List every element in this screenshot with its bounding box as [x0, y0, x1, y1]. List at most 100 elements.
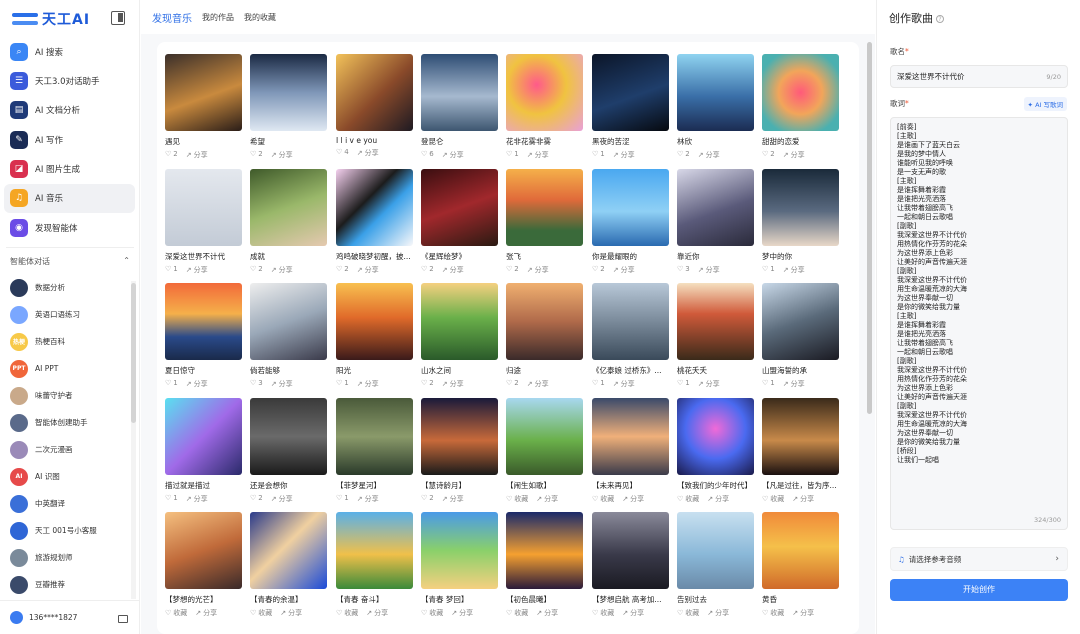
song-card[interactable]: 遇见 ♡ 2 ↗ 分享	[165, 54, 242, 160]
like-button[interactable]: ♡ 1	[336, 379, 349, 389]
song-card[interactable]: 《星辉绘梦》 ♡ 2 ↗ 分享	[421, 169, 498, 275]
like-button[interactable]: ♡ 2	[421, 265, 434, 275]
song-card[interactable]: 还是会想你 ♡ 2 ↗ 分享	[250, 398, 327, 504]
song-cover[interactable]	[421, 398, 498, 475]
song-cover[interactable]	[336, 54, 413, 131]
share-button[interactable]: ↗ 分享	[698, 150, 720, 160]
song-cover[interactable]	[506, 512, 583, 589]
like-button[interactable]: ♡ 2	[250, 265, 263, 275]
song-cover[interactable]	[592, 512, 669, 589]
share-button[interactable]: ↗ 分享	[442, 150, 464, 160]
song-cover[interactable]	[506, 283, 583, 360]
logo[interactable]: 天工AI	[12, 9, 90, 29]
song-name-value[interactable]: 深爱这世界不计代价	[897, 72, 965, 81]
agent-item[interactable]: AI AI 识图	[4, 463, 130, 490]
song-card[interactable]: 【慧诗龄月】 ♡ 2 ↗ 分享	[421, 398, 498, 504]
song-card[interactable]: 花非花雾非雾 ♡ 1 ↗ 分享	[506, 54, 583, 160]
song-card[interactable]: 【梦想启航 高考加... ♡ 收藏 ↗ 分享	[592, 512, 669, 618]
like-button[interactable]: ♡ 收藏	[421, 608, 443, 618]
share-button[interactable]: ↗ 分享	[357, 379, 379, 389]
share-button[interactable]: ↗ 分享	[622, 608, 644, 618]
song-cover[interactable]	[250, 512, 327, 589]
share-button[interactable]: ↗ 分享	[707, 494, 729, 504]
share-button[interactable]: ↗ 分享	[613, 150, 635, 160]
song-card[interactable]: 梦中的你 ♡ 1 ↗ 分享	[762, 169, 839, 275]
tab[interactable]: 发现音乐	[152, 10, 192, 25]
lyrics-textarea[interactable]: [前奏] [主歌] 是谁画下了蓝天白云 是我的梦中情人 谁能听见我的呼唤 是一支无声的歌[…	[890, 117, 1068, 530]
song-card[interactable]: 【初色晨曦】 ♡ 收藏 ↗ 分享	[506, 512, 583, 618]
agent-item[interactable]: 智能体创建助手	[4, 409, 130, 436]
share-button[interactable]: ↗ 分享	[707, 608, 729, 618]
song-cover[interactable]	[336, 512, 413, 589]
tab[interactable]: 我的作品	[202, 12, 234, 23]
share-button[interactable]: ↗ 分享	[613, 265, 635, 275]
like-button[interactable]: ♡ 收藏	[250, 608, 272, 618]
song-card[interactable]: 登昆仑 ♡ 6 ↗ 分享	[421, 54, 498, 160]
share-button[interactable]: ↗ 分享	[186, 494, 208, 504]
song-card[interactable]: 【未来再见】 ♡ 收藏 ↗ 分享	[592, 398, 669, 504]
like-button[interactable]: ♡ 2	[250, 150, 263, 160]
reference-audio-select[interactable]: ♫ 请选择参考音频 ›	[890, 547, 1068, 571]
song-card[interactable]: 阳光 ♡ 1 ↗ 分享	[336, 283, 413, 389]
song-cover[interactable]	[250, 283, 327, 360]
song-cover[interactable]	[506, 398, 583, 475]
share-button[interactable]: ↗ 分享	[451, 608, 473, 618]
like-button[interactable]: ♡ 收藏	[336, 608, 358, 618]
song-cover[interactable]	[336, 398, 413, 475]
like-button[interactable]: ♡ 2	[336, 265, 349, 275]
nav-item[interactable]: ♫ AI 音乐	[4, 183, 135, 213]
share-button[interactable]: ↗ 分享	[357, 265, 379, 275]
share-button[interactable]: ↗ 分享	[442, 494, 464, 504]
song-cover[interactable]	[506, 169, 583, 246]
share-button[interactable]: ↗ 分享	[783, 379, 805, 389]
share-button[interactable]: ↗ 分享	[622, 494, 644, 504]
song-cover[interactable]	[336, 169, 413, 246]
like-button[interactable]: ♡ 1	[336, 494, 349, 504]
song-cover[interactable]	[421, 512, 498, 589]
like-button[interactable]: ♡ 收藏	[762, 608, 784, 618]
share-button[interactable]: ↗ 分享	[536, 608, 558, 618]
like-button[interactable]: ♡ 收藏	[506, 608, 528, 618]
agent-item[interactable]: 味蕾守护者	[4, 382, 130, 409]
song-card[interactable]: 希望 ♡ 2 ↗ 分享	[250, 54, 327, 160]
nav-item[interactable]: ◉ 发现智能体	[4, 213, 135, 242]
avatar[interactable]	[10, 611, 23, 624]
like-button[interactable]: ♡ 2	[421, 494, 434, 504]
song-card[interactable]: 山盟海誓的承 ♡ 1 ↗ 分享	[762, 283, 839, 389]
help-icon[interactable]: ?	[936, 15, 944, 23]
song-cover[interactable]	[165, 398, 242, 475]
song-card[interactable]: 【梦想的光芒】 ♡ 收藏 ↗ 分享	[165, 512, 242, 618]
song-cover[interactable]	[677, 54, 754, 131]
song-card[interactable]: 《亿泰娘 过桥东》... ♡ 1 ↗ 分享	[592, 283, 669, 389]
message-icon[interactable]	[118, 615, 128, 623]
share-button[interactable]: ↗ 分享	[271, 150, 293, 160]
song-cover[interactable]	[677, 169, 754, 246]
share-button[interactable]: ↗ 分享	[442, 379, 464, 389]
song-cover[interactable]	[250, 54, 327, 131]
like-button[interactable]: ♡ 1	[165, 494, 178, 504]
share-button[interactable]: ↗ 分享	[442, 265, 464, 275]
agent-item[interactable]: 天工 001号小客服	[4, 517, 130, 544]
share-button[interactable]: ↗ 分享	[271, 379, 293, 389]
nav-item[interactable]: ◪ AI 图片生成	[4, 155, 135, 184]
song-cover[interactable]	[592, 54, 669, 131]
like-button[interactable]: ♡ 2	[592, 265, 605, 275]
song-card[interactable]: 黑夜的苦涩 ♡ 1 ↗ 分享	[592, 54, 669, 160]
share-button[interactable]: ↗ 分享	[527, 150, 549, 160]
like-button[interactable]: ♡ 1	[762, 265, 775, 275]
ai-write-lyrics-button[interactable]: ✦ AI 写歌词	[1023, 97, 1067, 111]
song-name-input[interactable]: 深爱这世界不计代价 9/20	[890, 65, 1068, 88]
song-cover[interactable]	[165, 512, 242, 589]
agent-item[interactable]: 豆瓣推荐	[4, 571, 130, 598]
like-button[interactable]: ♡ 收藏	[165, 608, 187, 618]
nav-item[interactable]: ✎ AI 写作	[4, 125, 135, 154]
sidebar-scrollbar[interactable]	[131, 281, 136, 599]
song-cover[interactable]	[250, 169, 327, 246]
like-button[interactable]: ♡ 1	[762, 379, 775, 389]
song-card[interactable]: 张飞 ♡ 2 ↗ 分享	[506, 169, 583, 275]
gallery-scrollbar[interactable]	[866, 42, 872, 632]
song-cover[interactable]	[165, 169, 242, 246]
song-card[interactable]: 告别过去 ♡ 收藏 ↗ 分享	[677, 512, 754, 618]
like-button[interactable]: ♡ 1	[677, 379, 690, 389]
like-button[interactable]: ♡ 收藏	[506, 494, 528, 504]
